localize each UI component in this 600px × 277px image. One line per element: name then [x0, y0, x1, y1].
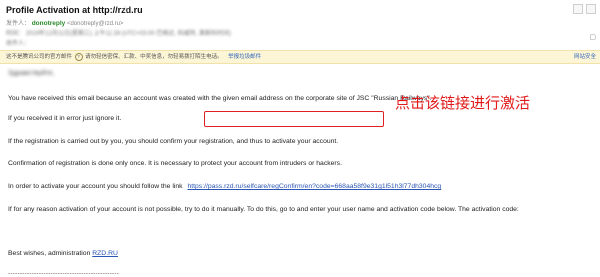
sender-label: 发件人：: [6, 21, 31, 27]
site-security-link[interactable]: 网站安全: [574, 51, 596, 63]
star-icon[interactable]: ☆: [121, 4, 129, 15]
print-icon[interactable]: [573, 4, 583, 14]
warning-text-2: 请勿轻信密保、汇款、中奖信息，勿轻易拨打陌生电话。: [85, 54, 223, 60]
sign-off-text: Best wishes, administration: [8, 250, 91, 257]
time-label: 时间：: [6, 31, 25, 37]
paragraph-2: If you received it in error just ignore …: [8, 115, 122, 122]
greeting: Здравствуйте,: [8, 70, 55, 77]
click-link-annotation: 点击该链接进行激活: [395, 94, 531, 112]
time-value: 2019年12月11日(星期三) 上午11:28 (UTC+03:00 巴格达,…: [25, 31, 232, 37]
paragraph-3: If the registration is carried out by yo…: [8, 138, 339, 145]
sender-name[interactable]: donotreply: [32, 20, 66, 27]
help-icon[interactable]: ?: [74, 52, 83, 61]
recipient-row: 收件人：: [6, 38, 30, 47]
header-toolbar: [573, 4, 596, 14]
email-header: Profile Activation at http://rzd.ru ☆ 发件…: [0, 0, 600, 48]
rzd-link[interactable]: RZD.RU: [92, 250, 118, 257]
expand-icon[interactable]: ▢: [589, 33, 596, 41]
safety-warning-bar: 这不是腾讯公司的官方邮件 ? 请勿轻信密保、汇款、中奖信息，勿轻易拨打陌生电话。…: [0, 50, 600, 64]
paragraph-4: Confirmation of registration is done onl…: [8, 160, 342, 167]
recipient-label: 收件人：: [6, 41, 31, 47]
paragraph-6: If for any reason activation of your acc…: [8, 206, 519, 213]
link-highlight-box: [204, 111, 384, 127]
new-window-icon[interactable]: [586, 4, 596, 14]
sender-address: <donotreply@rzd.ru>: [66, 21, 124, 27]
activation-link[interactable]: https://pass.rzd.ru/selfcare/regConfirm/…: [187, 183, 441, 190]
sign-off: Best wishes, administration RZD.RU: [8, 250, 118, 257]
sender-row: 发件人： donotreply <donotreply@rzd.ru>: [6, 18, 123, 27]
report-spam-link[interactable]: 举报垃圾邮件: [228, 54, 261, 60]
activation-instruction: In order to activate your account you sh…: [8, 183, 183, 190]
paragraph-1: You have received this email because an …: [8, 95, 432, 102]
time-row: 时间： 2019年12月11日(星期三) 上午11:28 (UTC+03:00 …: [6, 28, 231, 37]
warning-text: 这不是腾讯公司的官方邮件: [6, 54, 73, 60]
paragraph-5: In order to activate your account you sh…: [8, 183, 441, 190]
